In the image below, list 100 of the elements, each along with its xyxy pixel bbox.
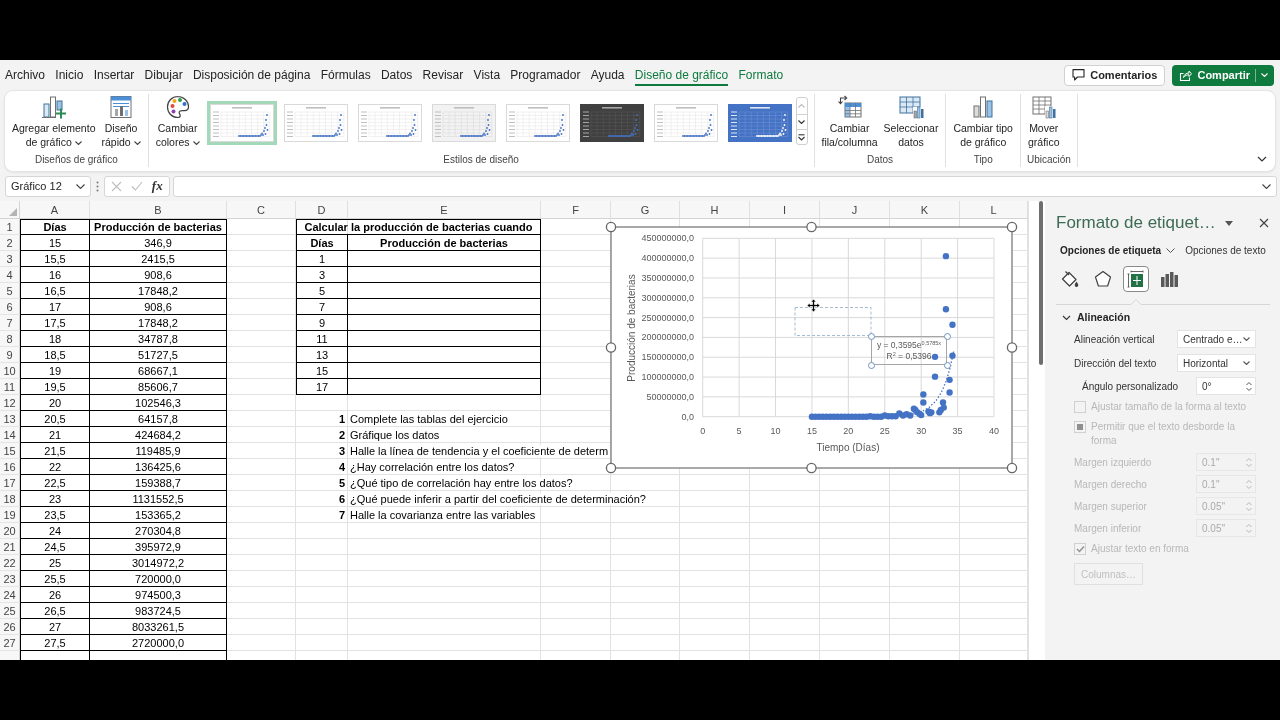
table-cell: 15 — [296, 363, 348, 379]
group-label: Tipo — [972, 154, 994, 167]
table-cell: 51727,5 — [90, 347, 227, 363]
task-number: 1 — [338, 413, 345, 425]
task-number: 6 — [338, 493, 345, 505]
table-cell: 17 — [296, 379, 348, 395]
table-cell: 983724,5 — [90, 603, 227, 619]
table-cell: 17,5 — [20, 315, 90, 331]
table-cell: 3014972,2 — [90, 555, 227, 571]
group-label: Ubicación — [1026, 154, 1071, 167]
table-cell: 22 — [20, 459, 90, 475]
table-cell: 3 — [296, 267, 348, 283]
table-cell: 13 — [296, 347, 348, 363]
table-cell: 17 — [20, 299, 90, 315]
table-cell: 15,5 — [20, 251, 90, 267]
table-cell: 22,5 — [20, 475, 90, 491]
column-heading: Producción de bacterias — [90, 219, 227, 235]
task-number: 5 — [338, 477, 345, 489]
table-cell: 153365,2 — [90, 507, 227, 523]
table-cell: 68667,1 — [90, 363, 227, 379]
table-cell: 720000,0 — [90, 571, 227, 587]
group-label: Estilos de diseño — [442, 154, 520, 167]
table-cell: 159388,7 — [90, 475, 227, 491]
table-cell: 424684,2 — [90, 427, 227, 443]
axis-tick-label: 10 — [770, 426, 781, 436]
table-cell: 18,5 — [20, 347, 90, 363]
axis-tick-label: 0 — [700, 426, 706, 436]
table-cell: 15 — [20, 235, 90, 251]
table-cell: 27,5 — [20, 635, 90, 651]
axis-tick-label: 150000000,0 — [641, 352, 694, 363]
table-cell: 1 — [296, 251, 348, 267]
task-text: ¿Qué tipo de correlación hay entre los datos? — [350, 477, 574, 489]
axis-tick-label: 350000000,0 — [641, 272, 694, 283]
axis-tick-label: 15 — [806, 426, 817, 436]
table-cell: 11 — [296, 331, 348, 347]
table-cell: 19,5 — [20, 379, 90, 395]
table-cell: 26,5 — [20, 603, 90, 619]
table-cell: 64157,8 — [90, 411, 227, 427]
column-heading: Días — [296, 235, 348, 251]
table-cell: 346,9 — [90, 235, 227, 251]
table-cell: 34787,8 — [90, 331, 227, 347]
table-cell: 908,6 — [90, 267, 227, 283]
trendline-equation: y = 0,3595e$^{0,5785x}$ — [876, 339, 942, 351]
task-number: 2 — [338, 429, 345, 441]
table-cell: 119485,9 — [90, 443, 227, 459]
column-heading: Días — [20, 219, 90, 235]
task-text: ¿Qué puede inferir a partir del coeficiente de determinación? — [350, 493, 647, 505]
axis-tick-label: 20 — [843, 426, 854, 436]
pane-title: Formato de etiquet… — [1056, 213, 1216, 233]
task-text: ¿Hay correlación entre los datos? — [350, 461, 516, 473]
axis-title: Producción de bacterias — [626, 274, 637, 382]
table-cell: 23 — [20, 491, 90, 507]
table-cell: 395972,9 — [90, 539, 227, 555]
table-cell: 908,6 — [90, 299, 227, 315]
table-cell: 21,5 — [20, 443, 90, 459]
table-cell: 2720000,0 — [90, 635, 227, 651]
task-number: 4 — [338, 461, 345, 473]
table-title: Calcular la producción de bacterias cuando — [296, 219, 541, 235]
axis-tick-label: 30 — [916, 426, 927, 436]
axis-tick-label: 35 — [952, 426, 963, 436]
task-number: 7 — [338, 509, 345, 521]
r-squared-value: R$^{2}$ = 0,5396 — [886, 350, 932, 362]
table-cell: 270304,8 — [90, 523, 227, 539]
axis-tick-label: 40 — [989, 426, 999, 436]
table-cell: 8033261,5 — [90, 619, 227, 635]
table-cell: 17848,2 — [90, 283, 227, 299]
axis-tick-label: 400000000,0 — [641, 253, 694, 264]
field-label: Margen izquierdo — [1074, 456, 1153, 468]
axis-tick-label: 100000000,0 — [641, 372, 694, 383]
task-text: Halle la línea de tendencia y el coeficiente de determ — [350, 445, 610, 457]
table-cell: 85606,7 — [90, 379, 227, 395]
table-cell: 5 — [296, 283, 348, 299]
task-text: Complete las tablas del ejercicio — [350, 413, 509, 425]
table-cell: 23,5 — [20, 507, 90, 523]
axis-title: Tiempo (Días) — [816, 442, 880, 453]
axis-tick-label: 5 — [736, 426, 742, 436]
table-cell: 18 — [20, 331, 90, 347]
table-cell: 9 — [296, 315, 348, 331]
table-cell: 7 — [296, 299, 348, 315]
table-cell: 974500,3 — [90, 587, 227, 603]
table-cell: 16,5 — [20, 283, 90, 299]
table-cell: 20,5 — [20, 411, 90, 427]
table-cell: 102546,3 — [90, 395, 227, 411]
table-cell: 16 — [20, 267, 90, 283]
table-cell: 25,5 — [20, 571, 90, 587]
group-label: Datos — [865, 154, 895, 167]
table-cell: 1131552,5 — [90, 491, 227, 507]
axis-tick-label: 50000000,0 — [646, 391, 694, 402]
group-label: Diseños de gráfico — [33, 154, 119, 167]
table-cell: 26 — [20, 587, 90, 603]
task-number: 3 — [338, 445, 345, 457]
axis-tick-label: 450000000,0 — [641, 233, 694, 244]
axis-tick-label: 300000000,0 — [641, 292, 694, 303]
field-label: Dirección del texto — [1074, 357, 1158, 369]
axis-tick-label: 25 — [879, 426, 890, 436]
axis-tick-label: 200000000,0 — [641, 332, 694, 343]
field-label: Alineación vertical — [1074, 333, 1156, 345]
task-text: Halle la covarianza entre las variables — [350, 509, 537, 521]
axis-tick-label: 250000000,0 — [641, 312, 694, 323]
table-cell: 136425,6 — [90, 459, 227, 475]
